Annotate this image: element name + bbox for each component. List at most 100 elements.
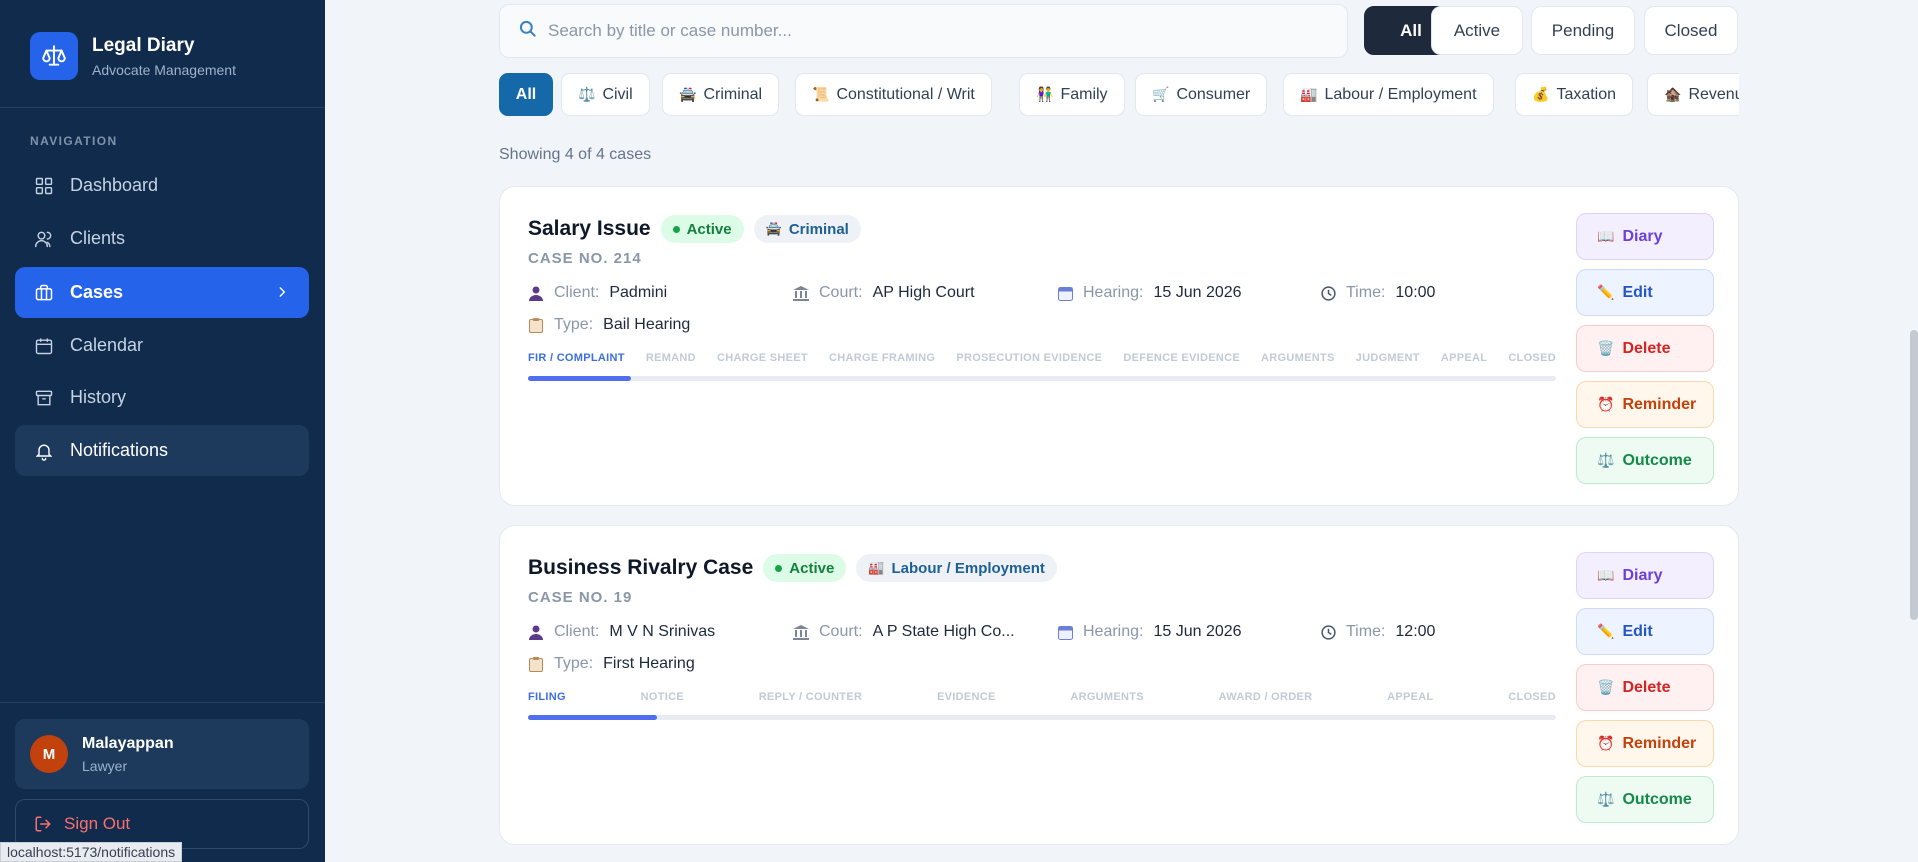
client-label: Client: [554, 623, 600, 640]
user-role: Lawyer [82, 757, 128, 774]
stage-label: NOTICE [640, 691, 684, 703]
calendar-icon [1057, 624, 1073, 640]
type-field: Type: Bail Hearing [528, 316, 690, 334]
reminder-button[interactable]: ⏰ Reminder [1576, 381, 1714, 428]
book-icon: 📖 [1597, 228, 1615, 244]
button-label: Reminder [1622, 734, 1697, 752]
status-label: Active [789, 559, 835, 577]
reminder-button[interactable]: ⏰ Reminder [1576, 720, 1714, 767]
stage-label: ARGUMENTS [1261, 352, 1335, 364]
case-number: CASE NO. 19 [528, 589, 633, 606]
category-chip-taxation[interactable]: 💰 Taxation [1515, 73, 1634, 116]
stage-label: REMAND [645, 352, 696, 364]
category-chip-revenue[interactable]: 🏚️ Revenu [1647, 73, 1739, 116]
court-field: Court: AP High Court [793, 284, 975, 302]
category-label: Civil [602, 85, 633, 103]
sidebar-item-label: Cases [70, 282, 124, 302]
stage-label: REPLY / COUNTER [758, 691, 863, 703]
case-title[interactable]: Business Rivalry Case [528, 556, 753, 580]
stage-label: CHARGE FRAMING [829, 352, 936, 364]
edit-button[interactable]: ✏️ Edit [1576, 269, 1714, 316]
case-title[interactable]: Salary Issue [528, 217, 651, 241]
briefcase-icon [33, 282, 55, 304]
pencil-icon: ✏️ [1597, 284, 1615, 300]
category-chip-all[interactable]: All [499, 73, 553, 116]
user-card[interactable]: M Malayappan Lawyer [15, 719, 309, 789]
time-label: Time: [1346, 623, 1386, 640]
chevron-right-icon [275, 283, 289, 304]
case-card: Business Rivalry Case Active 🏭 Labour / E… [499, 525, 1739, 845]
button-label: Edit [1622, 622, 1653, 640]
nav-heading: NAVIGATION [30, 134, 118, 148]
calendar-icon [1057, 285, 1073, 301]
police-car-icon: 🚔 [679, 86, 697, 102]
police-car-icon: 🚔 [765, 221, 782, 236]
sidebar-item-dashboard[interactable]: Dashboard [15, 160, 309, 211]
button-label: Diary [1622, 227, 1663, 245]
factory-icon: 🏭 [1300, 86, 1318, 102]
page-scrollbar[interactable] [1910, 330, 1918, 620]
case-number: CASE NO. 214 [528, 250, 642, 267]
scales-icon: ⚖️ [1597, 452, 1615, 468]
delete-button[interactable]: 🗑️ Delete [1576, 325, 1714, 372]
alarm-clock-icon: ⏰ [1597, 396, 1615, 412]
hearing-value: 15 Jun 2026 [1153, 623, 1242, 640]
outcome-button[interactable]: ⚖️ Outcome [1576, 437, 1714, 484]
stage-label: JUDGMENT [1355, 352, 1420, 364]
family-icon: 👫 [1036, 86, 1054, 102]
category-label: Labour / Employment [1324, 85, 1477, 103]
sidebar-item-clients[interactable]: Clients [15, 213, 309, 264]
stage-label: APPEAL [1387, 691, 1434, 703]
category-chip-constitutional[interactable]: 📜 Constitutional / Writ [795, 73, 992, 116]
category-label: Criminal [788, 220, 849, 238]
brand[interactable]: Legal Diary Advocate Management [30, 32, 236, 80]
filter-closed-button[interactable]: Closed [1644, 6, 1738, 55]
brand-subtitle: Advocate Management [92, 62, 236, 78]
avatar: M [30, 735, 68, 773]
stage-progress-track [528, 715, 1556, 720]
alarm-clock-icon: ⏰ [1597, 735, 1615, 751]
button-label: Outcome [1622, 790, 1692, 808]
sidebar-item-history[interactable]: History [15, 372, 309, 423]
logout-icon [34, 815, 52, 833]
sidebar: Legal Diary Advocate Management NAVIGATI… [0, 0, 325, 862]
category-chip-family[interactable]: 👫 Family [1019, 73, 1125, 116]
edit-button[interactable]: ✏️ Edit [1576, 608, 1714, 655]
sidebar-item-notifications[interactable]: Notifications [15, 425, 309, 476]
trash-icon: 🗑️ [1597, 679, 1615, 695]
category-label: Taxation [1556, 85, 1617, 103]
money-bag-icon: 💰 [1532, 86, 1550, 102]
type-field: Type: First Hearing [528, 655, 695, 673]
delete-button[interactable]: 🗑️ Delete [1576, 664, 1714, 711]
hearing-field: Hearing: 15 Jun 2026 [1057, 623, 1242, 641]
case-card: Salary Issue Active 🚔 Criminal CASE NO. 2… [499, 186, 1739, 506]
type-label: Type: [554, 655, 594, 672]
sidebar-item-calendar[interactable]: Calendar [15, 320, 309, 371]
button-label: Diary [1622, 566, 1663, 584]
filter-pending-button[interactable]: Pending [1531, 6, 1635, 55]
users-icon [33, 228, 55, 250]
courthouse-icon [793, 285, 809, 301]
client-label: Client: [554, 284, 600, 301]
search-input[interactable] [548, 21, 1248, 41]
stage-label: ARGUMENTS [1070, 691, 1144, 703]
filter-active-button[interactable]: Active [1431, 6, 1523, 55]
diary-button[interactable]: 📖 Diary [1576, 213, 1714, 260]
sidebar-item-label: Dashboard [70, 175, 159, 195]
category-chip-consumer[interactable]: 🛒 Consumer [1135, 73, 1268, 116]
status-bar-url: localhost:5173/notifications [0, 842, 183, 862]
category-label: Labour / Employment [891, 559, 1045, 577]
clipboard-icon [528, 317, 544, 333]
category-chip-labour[interactable]: 🏭 Labour / Employment [1283, 73, 1494, 116]
category-badge: 🚔 Criminal [753, 215, 861, 243]
sidebar-item-cases[interactable]: Cases [15, 267, 309, 318]
search-bar[interactable] [499, 4, 1348, 58]
hearing-field: Hearing: 15 Jun 2026 [1057, 284, 1242, 302]
client-value: Padmini [609, 284, 668, 301]
diary-button[interactable]: 📖 Diary [1576, 552, 1714, 599]
user-name: Malayappan [82, 734, 174, 752]
type-value: First Hearing [603, 655, 695, 672]
outcome-button[interactable]: ⚖️ Outcome [1576, 776, 1714, 823]
category-chip-civil[interactable]: ⚖️ Civil [561, 73, 650, 116]
category-chip-criminal[interactable]: 🚔 Criminal [662, 73, 780, 116]
